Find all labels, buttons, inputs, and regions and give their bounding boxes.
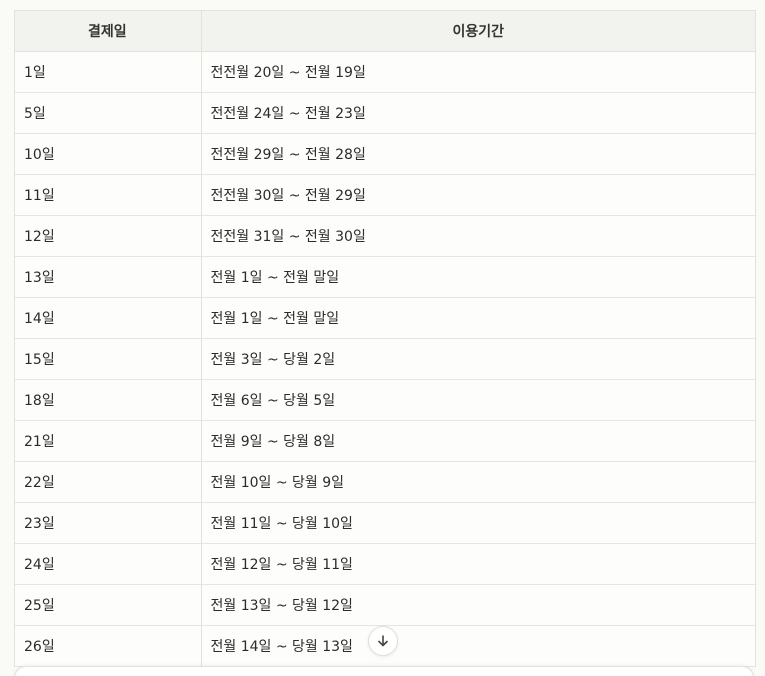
- usage-period-cell: 전전월 31일 ~ 전월 30일: [200, 215, 755, 257]
- payment-date-cell: 5일: [15, 92, 201, 134]
- table-row: 24일 전월 12일 ~ 당월 11일: [15, 543, 755, 585]
- usage-period-cell: 전월 3일 ~ 당월 2일: [200, 338, 755, 380]
- usage-period-cell: 전월 13일 ~ 당월 12일: [200, 584, 755, 626]
- table-row: 5일 전전월 24일 ~ 전월 23일: [15, 92, 755, 134]
- table-row: 15일 전월 3일 ~ 당월 2일: [15, 338, 755, 380]
- table-row: 21일 전월 9일 ~ 당월 8일: [15, 420, 755, 462]
- payment-date-cell: 22일: [15, 461, 201, 503]
- usage-period-cell: 전월 11일 ~ 당월 10일: [200, 502, 755, 544]
- usage-period-cell: 전월 10일 ~ 당월 9일: [200, 461, 755, 503]
- column-header-usage-period: 이용기간: [200, 11, 755, 52]
- table-row: 23일 전월 11일 ~ 당월 10일: [15, 502, 755, 544]
- payment-date-cell: 21일: [15, 420, 201, 462]
- column-header-payment-date: 결제일: [15, 11, 201, 52]
- scroll-to-bottom-button[interactable]: [368, 626, 398, 656]
- arrow-down-icon: [378, 635, 388, 647]
- table-row: 1일 전전월 20일 ~ 전월 19일: [15, 51, 755, 93]
- table: 결제일 이용기간 1일 전전월 20일 ~ 전월 19일 5일 전전월 24일 …: [15, 11, 755, 667]
- payment-date-cell: 18일: [15, 379, 201, 421]
- table-row: 10일 전전월 29일 ~ 전월 28일: [15, 133, 755, 175]
- usage-period-cell: 전전월 29일 ~ 전월 28일: [200, 133, 755, 175]
- usage-period-cell: 전월 6일 ~ 당월 5일: [200, 379, 755, 421]
- payment-date-cell: 23일: [15, 502, 201, 544]
- table-header-row: 결제일 이용기간: [15, 11, 755, 52]
- table-row: 12일 전전월 31일 ~ 전월 30일: [15, 215, 755, 257]
- payment-date-cell: 26일: [15, 625, 201, 667]
- usage-period-cell: 전전월 20일 ~ 전월 19일: [200, 51, 755, 93]
- payment-date-cell: 15일: [15, 338, 201, 380]
- table-row: 13일 전월 1일 ~ 전월 말일: [15, 256, 755, 298]
- payment-date-cell: 1일: [15, 51, 201, 93]
- table-row: 11일 전전월 30일 ~ 전월 29일: [15, 174, 755, 216]
- payment-date-cell: 14일: [15, 297, 201, 339]
- payment-date-cell: 24일: [15, 543, 201, 585]
- table-row: 22일 전월 10일 ~ 당월 9일: [15, 461, 755, 503]
- usage-period-cell: 전월 9일 ~ 당월 8일: [200, 420, 755, 462]
- payment-date-cell: 12일: [15, 215, 201, 257]
- usage-period-cell: 전전월 30일 ~ 전월 29일: [200, 174, 755, 216]
- table-row: 14일 전월 1일 ~ 전월 말일: [15, 297, 755, 339]
- message-composer[interactable]: [14, 666, 754, 676]
- payment-date-cell: 25일: [15, 584, 201, 626]
- usage-period-cell: 전전월 24일 ~ 전월 23일: [200, 92, 755, 134]
- table-row: 18일 전월 6일 ~ 당월 5일: [15, 379, 755, 421]
- payment-date-cell: 10일: [15, 133, 201, 175]
- payment-date-cell: 13일: [15, 256, 201, 298]
- usage-period-cell: 전월 1일 ~ 전월 말일: [200, 256, 755, 298]
- payment-date-cell: 11일: [15, 174, 201, 216]
- table-row: 25일 전월 13일 ~ 당월 12일: [15, 584, 755, 626]
- usage-period-cell: 전월 1일 ~ 전월 말일: [200, 297, 755, 339]
- usage-period-cell: 전월 12일 ~ 당월 11일: [200, 543, 755, 585]
- usage-period-cell: 전월 14일 ~ 당월 13일: [200, 625, 755, 667]
- billing-period-table: 결제일 이용기간 1일 전전월 20일 ~ 전월 19일 5일 전전월 24일 …: [14, 10, 756, 667]
- chat-page: 결제일 이용기간 1일 전전월 20일 ~ 전월 19일 5일 전전월 24일 …: [0, 0, 765, 676]
